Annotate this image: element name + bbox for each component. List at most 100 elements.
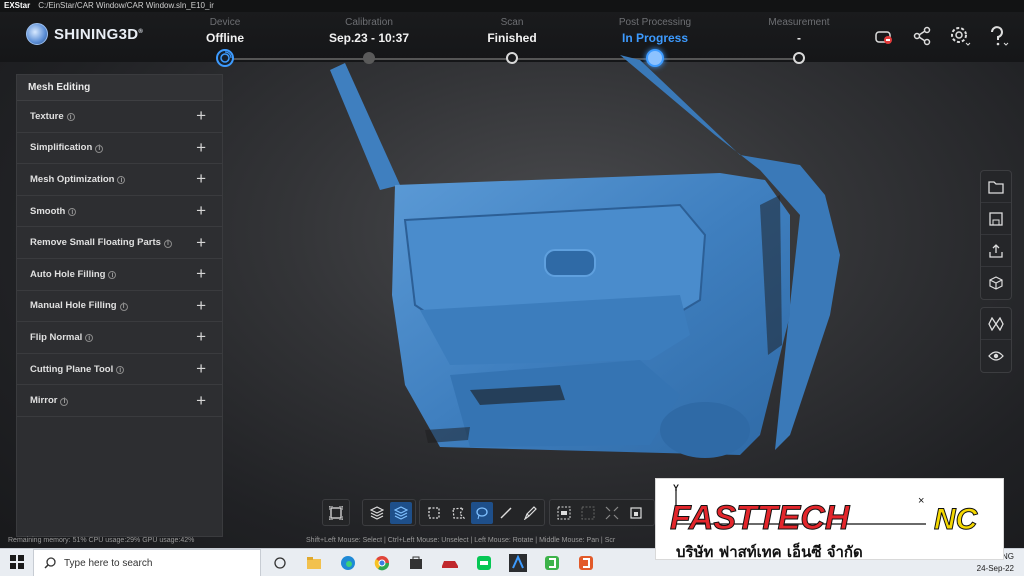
panel-item-cutting-plane-tool[interactable]: Cutting Plane Tool i +: [17, 354, 222, 386]
select-all-icon[interactable]: [553, 502, 575, 524]
tray-date[interactable]: 24-Sep-22: [977, 563, 1014, 575]
chrome-icon[interactable]: [368, 551, 396, 575]
plus-icon[interactable]: +: [196, 106, 206, 126]
step-measurement[interactable]: Measurement -: [734, 16, 864, 64]
panel-item-label: Mesh Optimization: [30, 173, 115, 185]
info-icon[interactable]: i: [163, 239, 172, 248]
panel-item-label: Texture: [30, 110, 64, 122]
invert-select-icon[interactable]: [577, 502, 599, 524]
step-value: Sep.23 - 10:37: [328, 31, 410, 45]
view-cube-icon[interactable]: [981, 267, 1011, 299]
plus-icon[interactable]: +: [196, 233, 206, 253]
mesh-editing-panel: Mesh Editing Texture i + Simplification i + …: [16, 74, 223, 537]
share-icon[interactable]: [910, 24, 934, 48]
step-label: Measurement: [768, 17, 830, 28]
expand-select-icon[interactable]: [601, 502, 623, 524]
plus-icon[interactable]: +: [196, 169, 206, 189]
help-icon[interactable]: [986, 24, 1010, 48]
edge-icon[interactable]: [334, 551, 362, 575]
line-app-icon[interactable]: [470, 551, 498, 575]
line-select-icon[interactable]: [495, 502, 517, 524]
plus-icon[interactable]: +: [196, 138, 206, 158]
fit-view-toolbar: [322, 499, 350, 526]
panel-item-label: Flip Normal: [30, 331, 83, 343]
panel-item-flip-normal[interactable]: Flip Normal i +: [17, 322, 222, 354]
mesh-icon[interactable]: [981, 308, 1011, 340]
step-device[interactable]: Device Offline: [160, 16, 290, 67]
lasso-select-icon[interactable]: [471, 501, 493, 524]
step-device-marker-icon: [216, 49, 234, 67]
info-icon[interactable]: i: [85, 334, 94, 343]
settings-icon[interactable]: [948, 24, 972, 48]
step-value: -: [797, 31, 801, 45]
step-scan[interactable]: Scan Finished: [447, 16, 577, 64]
step-label: Post Processing: [618, 17, 692, 28]
info-icon[interactable]: i: [66, 113, 75, 122]
info-icon[interactable]: i: [117, 176, 126, 185]
axis-x-label: ×: [918, 495, 924, 507]
camtasia-icon[interactable]: [538, 551, 566, 575]
app-window: EXStar C:/EinStar/CAR Window/CAR Window.s…: [0, 0, 1024, 576]
export-icon[interactable]: [981, 235, 1011, 267]
plus-icon[interactable]: +: [196, 296, 206, 316]
save-icon[interactable]: [981, 203, 1011, 235]
file-explorer-icon[interactable]: [300, 551, 328, 575]
visibility-eye-icon[interactable]: [981, 340, 1011, 372]
panel-item-manual-hole-filling[interactable]: Manual Hole Filling i +: [17, 291, 222, 323]
panel-item-simplification[interactable]: Simplification i +: [17, 133, 222, 165]
info-icon[interactable]: i: [119, 302, 128, 311]
app-name: EXStar: [4, 1, 31, 10]
panel-item-remove-small-floating-parts[interactable]: Remove Small Floating Parts i +: [17, 227, 222, 259]
info-icon[interactable]: i: [68, 208, 77, 217]
rect-select-icon[interactable]: [423, 502, 445, 524]
logo-text: SHINING3D: [54, 25, 139, 43]
logo-registered: ®: [138, 28, 144, 35]
panel-item-texture[interactable]: Texture i +: [17, 101, 222, 133]
axis-y-label: Y: [673, 483, 679, 493]
brush-select-icon[interactable]: [519, 502, 541, 524]
open-folder-icon[interactable]: [981, 171, 1011, 203]
panel-item-auto-hole-filling[interactable]: Auto Hole Filling i +: [17, 259, 222, 291]
exstar-app-icon[interactable]: [504, 551, 532, 575]
selection-toolbar: [419, 499, 545, 526]
dongle-icon[interactable]: [872, 24, 896, 48]
step-label: Device: [209, 17, 241, 28]
layers-icon[interactable]: [366, 502, 388, 524]
panel-item-mesh-optimization[interactable]: Mesh Optimization i +: [17, 164, 222, 196]
search-icon: [44, 557, 56, 569]
logo: SHINING3D®: [26, 23, 143, 45]
plus-icon[interactable]: +: [196, 391, 206, 411]
panel-item-label: Remove Small Floating Parts: [30, 237, 161, 249]
taskbar-search-input[interactable]: Type here to search: [33, 549, 261, 576]
plus-icon[interactable]: +: [196, 359, 206, 379]
step-calibration[interactable]: Calibration Sep.23 - 10:37: [304, 16, 434, 64]
step-value: Offline: [206, 31, 244, 45]
header-actions: [872, 24, 1010, 48]
info-icon[interactable]: i: [60, 397, 69, 406]
panel-item-mirror[interactable]: Mirror i +: [17, 385, 222, 417]
plus-icon[interactable]: +: [196, 327, 206, 347]
step-value: Finished: [487, 31, 537, 45]
info-icon[interactable]: i: [95, 144, 104, 153]
task-view-icon[interactable]: [266, 551, 294, 575]
mesh-viewport[interactable]: [320, 55, 880, 505]
info-icon[interactable]: i: [116, 366, 125, 375]
delete-select-icon[interactable]: [625, 502, 647, 524]
windows-start-icon[interactable]: [10, 555, 24, 569]
info-icon[interactable]: i: [108, 271, 117, 280]
selected-layer-icon[interactable]: [390, 501, 412, 524]
panel-item-label: Simplification: [30, 142, 93, 154]
search-placeholder: Type here to search: [64, 557, 153, 569]
step-post-processing[interactable]: Post Processing In Progress: [590, 16, 720, 67]
panel-item-smooth[interactable]: Smooth i +: [17, 196, 222, 228]
polygon-select-icon[interactable]: [447, 502, 469, 524]
car-app-icon[interactable]: [436, 551, 464, 575]
plus-icon[interactable]: +: [196, 264, 206, 284]
camtasia-rec-icon[interactable]: [572, 551, 600, 575]
car-door-mesh: [330, 55, 840, 458]
step-value: In Progress: [621, 31, 689, 45]
store-icon[interactable]: [402, 551, 430, 575]
fasttech-logo: Y × FASTTECH NC บริษัท ฟาสท์เทค เอ็นซี จ…: [670, 483, 980, 561]
fit-view-icon[interactable]: [326, 502, 346, 524]
plus-icon[interactable]: +: [196, 201, 206, 221]
